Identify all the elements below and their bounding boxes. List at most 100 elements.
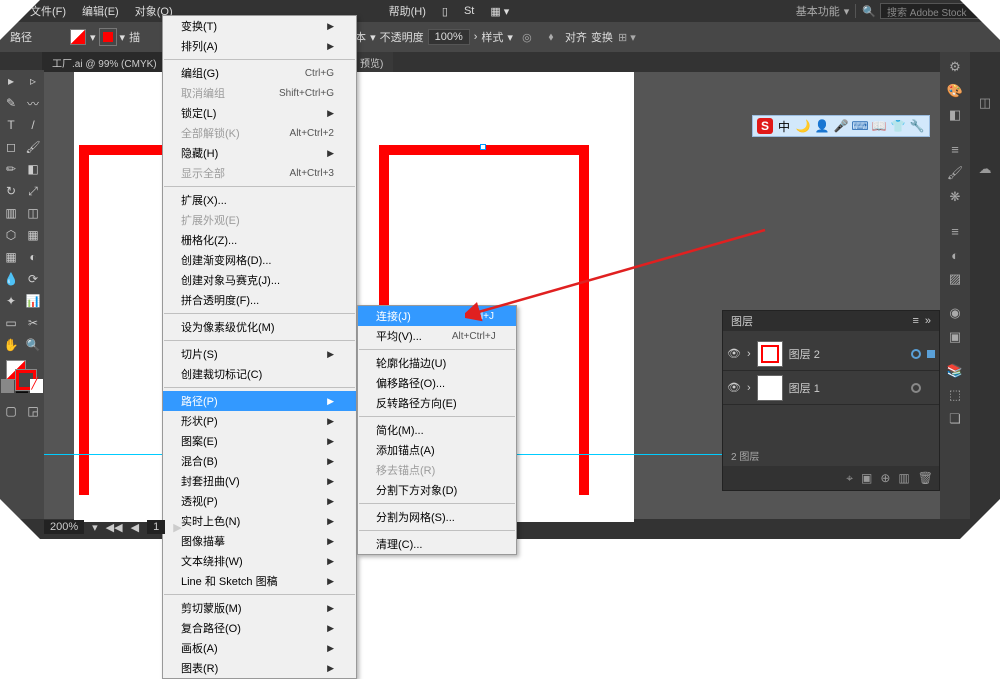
menu-item[interactable]: 路径(P)▶ — [163, 391, 356, 411]
menu-item[interactable]: 分割为网格(S)... — [358, 507, 516, 527]
screen-mode-full[interactable]: ◲ — [22, 400, 44, 422]
blend-tool[interactable]: ⟳ — [22, 268, 44, 290]
align-label[interactable]: 对齐 — [565, 29, 587, 45]
transparency-icon[interactable]: ▨ — [940, 268, 970, 290]
menu-item[interactable]: 形状(P)▶ — [163, 411, 356, 431]
menu-edit[interactable]: 编辑(E) — [74, 0, 127, 22]
menu-item[interactable]: 创建渐变网格(D)... — [163, 250, 356, 270]
expand-icon[interactable]: › — [747, 348, 751, 360]
menu-item[interactable]: 混合(B)▶ — [163, 451, 356, 471]
menu-item[interactable]: 拼合透明度(F)... — [163, 290, 356, 310]
line-tool[interactable]: / — [22, 114, 44, 136]
asset-export-icon[interactable]: ⬚ — [940, 384, 970, 406]
perspective-tool[interactable]: ▦ — [22, 224, 44, 246]
symbols-icon[interactable]: ❋ — [940, 186, 970, 208]
chevron-down-icon[interactable]: ▾ — [507, 31, 513, 44]
opacity-input[interactable]: 100% — [428, 29, 470, 45]
artboard-tool[interactable]: ▭ — [0, 312, 22, 334]
ime-keyboard-icon[interactable]: ⌨ — [852, 118, 868, 134]
chevron-down-icon[interactable]: ▾ — [92, 521, 98, 534]
menu-item[interactable]: 锁定(L)▶ — [163, 103, 356, 123]
menu-item[interactable]: 扩展(X)... — [163, 190, 356, 210]
gradient-panel-icon[interactable]: ◐ — [940, 244, 970, 266]
target-icon[interactable] — [911, 383, 921, 393]
menu-item[interactable]: 创建裁切标记(C) — [163, 364, 356, 384]
menu-item[interactable]: 偏移路径(O)... — [358, 373, 516, 393]
menu-item[interactable]: 实时上色(N)▶ — [163, 511, 356, 531]
ime-lang-icon[interactable]: 中 — [776, 118, 792, 134]
doc-setup-icon[interactable]: ◎ — [517, 27, 537, 47]
selection-tool[interactable]: ▸ — [0, 70, 22, 92]
shape-builder-tool[interactable]: ⬡ — [0, 224, 22, 246]
panel-menu-icon[interactable]: ≡ — [912, 315, 918, 327]
menu-item[interactable]: 添加锚点(A) — [358, 440, 516, 460]
zoom-tool[interactable]: 🔍 — [22, 334, 44, 356]
menu-item[interactable]: 简化(M)... — [358, 420, 516, 440]
menu-item[interactable]: 轮廓化描边(U) — [358, 353, 516, 373]
anchor-point[interactable] — [480, 144, 486, 150]
color-panel-icon[interactable]: 🎨 — [940, 80, 970, 102]
menu-item[interactable]: 平均(V)...Alt+Ctrl+J — [358, 326, 516, 346]
menu-item[interactable]: 排列(A)▶ — [163, 36, 356, 56]
menu-item[interactable]: 透视(P)▶ — [163, 491, 356, 511]
menu-item[interactable]: 图案(E)▶ — [163, 431, 356, 451]
pen-tool[interactable]: ✎ — [0, 92, 22, 114]
gradient-tool[interactable]: ◐ — [22, 246, 44, 268]
properties-icon[interactable]: ⚙ — [940, 56, 970, 78]
visibility-toggle-icon[interactable]: 👁 — [727, 381, 741, 394]
direct-selection-tool[interactable]: ▹ — [22, 70, 44, 92]
search-icon[interactable]: 🔍 — [862, 5, 876, 18]
menu-item[interactable]: 图像描摹▶ — [163, 531, 356, 551]
ime-mic-icon[interactable]: 🎤 — [833, 118, 849, 134]
zoom-level[interactable]: 200% — [44, 520, 84, 534]
graphic-styles-icon[interactable]: ▣ — [940, 326, 970, 348]
chevron-down-icon[interactable]: ▾ — [844, 5, 850, 18]
curvature-tool[interactable]: 〰 — [22, 92, 44, 114]
target-icon[interactable] — [911, 349, 921, 359]
menu-item[interactable]: 画板(A)▶ — [163, 638, 356, 658]
menu-item[interactable]: 复合路径(O)▶ — [163, 618, 356, 638]
brushes-icon[interactable]: 🖌 — [940, 162, 970, 184]
type-tool[interactable]: T — [0, 114, 22, 136]
stroke-panel-icon[interactable]: ≡ — [940, 220, 970, 242]
make-clip-icon[interactable]: ▣ — [861, 471, 872, 485]
graph-tool[interactable]: 📊 — [22, 290, 44, 312]
ime-skin-icon[interactable]: 👕 — [890, 118, 906, 134]
visibility-toggle-icon[interactable]: 👁 — [727, 347, 741, 360]
delete-layer-icon[interactable]: 🗑 — [918, 471, 933, 485]
scale-tool[interactable]: ⤢ — [22, 180, 44, 202]
menu-item[interactable]: 变换(T)▶ — [163, 16, 356, 36]
menubar-icon[interactable]: St — [456, 2, 482, 20]
ime-toolbar[interactable]: S 中 🌙 👤 🎤 ⌨ 📖 👕 🔧 — [752, 115, 930, 137]
stroke-swatch[interactable] — [100, 29, 116, 45]
rotate-tool[interactable]: ↻ — [0, 180, 22, 202]
screen-mode-normal[interactable]: ▢ — [0, 400, 22, 422]
menu-item[interactable]: 清理(C)... — [358, 534, 516, 554]
libraries-icon[interactable]: ◫ — [970, 92, 1000, 114]
layer-row[interactable]: 👁 › 图层 1 — [723, 371, 939, 405]
ime-settings-icon[interactable]: 🔧 — [909, 118, 925, 134]
menu-item[interactable]: 切片(S)▶ — [163, 344, 356, 364]
menu-item[interactable]: 栅格化(Z)... — [163, 230, 356, 250]
menu-item[interactable]: 剪切蒙版(M)▶ — [163, 598, 356, 618]
layer-row[interactable]: 👁 › 图层 2 — [723, 337, 939, 371]
cc-libraries-icon[interactable]: ☁ — [970, 158, 1000, 180]
width-tool[interactable]: ▥ — [0, 202, 22, 224]
rectangle-tool[interactable]: ◻ — [0, 136, 22, 158]
hand-tool[interactable]: ✋ — [0, 334, 22, 356]
artboard-nav-prev-icon[interactable]: ◀ — [131, 521, 139, 534]
menu-item[interactable]: 创建对象马赛克(J)... — [163, 270, 356, 290]
recolor-icon[interactable]: ⬧ — [541, 27, 561, 47]
ime-moon-icon[interactable]: 🌙 — [795, 118, 811, 134]
menu-item[interactable]: 封套扭曲(V)▶ — [163, 471, 356, 491]
menu-item[interactable]: 设为像素级优化(M) — [163, 317, 356, 337]
eyedropper-tool[interactable]: 💧 — [0, 268, 22, 290]
sogou-logo-icon[interactable]: S — [757, 118, 773, 134]
appearance-icon[interactable]: ◉ — [940, 302, 970, 324]
ime-user-icon[interactable]: 👤 — [814, 118, 830, 134]
slice-tool[interactable]: ✂ — [22, 312, 44, 334]
menu-item[interactable]: 反转路径方向(E) — [358, 393, 516, 413]
artboard-number[interactable]: 1 — [147, 520, 165, 534]
menu-item[interactable]: 图表(R)▶ — [163, 658, 356, 678]
brush-tool[interactable]: 🖌 — [22, 136, 44, 158]
